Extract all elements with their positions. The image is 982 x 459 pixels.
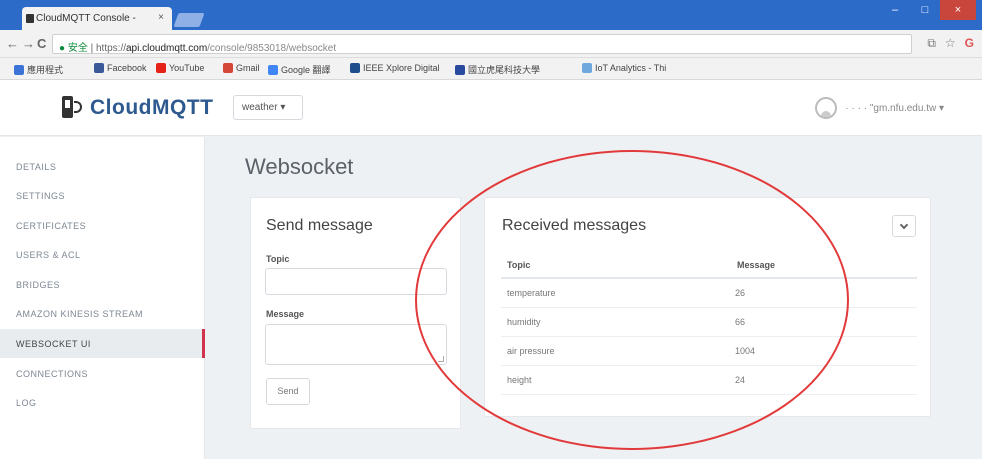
- page-title: Websocket: [245, 154, 354, 179]
- send-message-card: Send message Topic Message Send: [250, 197, 461, 429]
- bookmark-favicon-icon: [582, 63, 592, 73]
- bookmark-label: IoT Analytics - Thi: [595, 63, 667, 73]
- extension-icon[interactable]: G: [965, 36, 974, 51]
- send-message-title: Send message: [266, 217, 373, 234]
- row-topic: temperature: [501, 278, 731, 308]
- instance-select[interactable]: weather ▾: [233, 95, 303, 120]
- sidebar-item-users-acl[interactable]: USERS & ACL: [0, 240, 205, 269]
- address-actions: ⧉ ☆ G: [927, 36, 974, 51]
- sidebar-item-websocket-ui[interactable]: WEBSOCKET UI: [0, 329, 205, 358]
- user-menu[interactable]: · · · · "gm.nfu.edu.tw ▾: [815, 97, 944, 119]
- bookmark-favicon-icon: [14, 64, 24, 75]
- table-row: humidity 66: [501, 307, 917, 337]
- received-messages-table: Topic Message temperature 26 humidity 66 air…: [501, 252, 917, 395]
- row-topic: humidity: [501, 307, 731, 337]
- minimize-button[interactable]: –: [880, 0, 910, 20]
- topic-input[interactable]: [265, 268, 447, 295]
- cloudmqtt-favicon-icon: [26, 14, 34, 23]
- row-message: 1004: [731, 336, 917, 366]
- bookmark-item[interactable]: IoT Analytics - Thi: [582, 63, 666, 73]
- close-window-button[interactable]: ×: [940, 0, 976, 20]
- row-message: 66: [731, 307, 917, 337]
- cloudmqtt-logo[interactable]: CloudMQTT: [62, 96, 213, 120]
- app-header: CloudMQTT weather ▾ · · · · "gm.nfu.edu.…: [0, 80, 982, 136]
- app-name: CloudMQTT: [90, 96, 214, 119]
- sidebar-item-connections[interactable]: CONNECTIONS: [0, 359, 205, 388]
- url-host: api.cloudmqtt.com: [126, 43, 208, 54]
- topic-label: Topic: [266, 254, 290, 264]
- bookmark-favicon-icon: [94, 63, 104, 73]
- bookmark-item[interactable]: 國立虎尾科技大學: [455, 63, 540, 76]
- column-header-topic: Topic: [501, 252, 731, 279]
- secure-indicator: ● 安全: [59, 43, 88, 54]
- bookmark-favicon-icon: [350, 63, 360, 73]
- collapse-button[interactable]: [892, 215, 916, 237]
- bookmark-star-icon[interactable]: ☆: [945, 36, 956, 51]
- row-message: 26: [731, 278, 917, 308]
- bookmark-item[interactable]: YouTube: [156, 63, 204, 73]
- bookmark-item[interactable]: 應用程式: [14, 63, 63, 76]
- sidebar-item-settings[interactable]: SETTINGS: [0, 181, 205, 210]
- chevron-down-icon: [899, 220, 909, 230]
- bookmark-label: Gmail: [236, 63, 260, 73]
- sidebar-item-certificates[interactable]: CERTIFICATES: [0, 211, 205, 240]
- bookmark-label: YouTube: [169, 63, 205, 73]
- bookmark-item[interactable]: IEEE Xplore Digital: [350, 63, 440, 73]
- bookmark-favicon-icon: [455, 64, 465, 75]
- maximize-button[interactable]: □: [910, 0, 940, 20]
- cloudmqtt-logo-icon: [62, 96, 84, 120]
- bookmark-favicon-icon: [156, 63, 166, 73]
- user-email: · · · · "gm.nfu.edu.tw ▾: [845, 102, 944, 114]
- bookmark-item[interactable]: Google 翻譯: [268, 63, 331, 76]
- table-row: height 24: [501, 365, 917, 395]
- new-tab-button[interactable]: [173, 13, 205, 27]
- url-separator: |: [87, 43, 96, 54]
- send-button[interactable]: Send: [266, 378, 310, 405]
- sidebar-item-details[interactable]: DETAILS: [0, 152, 205, 181]
- bookmark-favicon-icon: [223, 63, 233, 73]
- bookmark-label: Facebook: [107, 63, 147, 73]
- forward-icon[interactable]: →: [22, 36, 35, 51]
- sidebar-item-log[interactable]: LOG: [0, 388, 205, 417]
- browser-titlebar: CloudMQTT Console - × – □ ×: [0, 0, 982, 30]
- bookmark-label: IEEE Xplore Digital: [363, 63, 440, 73]
- message-label: Message: [266, 309, 305, 319]
- url-scheme: https://: [95, 43, 126, 54]
- window-controls: – □ ×: [880, 0, 976, 22]
- bookmark-label: 應用程式: [27, 65, 64, 75]
- column-header-message: Message: [731, 252, 917, 279]
- reload-icon[interactable]: C: [37, 36, 46, 51]
- bookmark-favicon-icon: [268, 64, 278, 75]
- received-messages-title: Received messages: [502, 217, 647, 234]
- address-bar-row: ← → C ● 安全 | https://api.cloudmqtt.com/c…: [0, 30, 982, 58]
- bookmark-item[interactable]: Gmail: [223, 63, 260, 73]
- sidebar: DETAILS SETTINGS CERTIFICATES USERS & ACL BR…: [0, 137, 205, 459]
- browser-tab[interactable]: CloudMQTT Console - ×: [22, 7, 172, 30]
- url-field[interactable]: ● 安全 | https://api.cloudmqtt.com/console…: [52, 34, 912, 54]
- bookmark-item[interactable]: Facebook: [94, 63, 147, 73]
- table-header-row: Topic Message: [501, 252, 917, 279]
- table-row: temperature 26: [501, 278, 917, 308]
- avatar: [815, 97, 838, 119]
- translate-icon[interactable]: ⧉: [927, 36, 936, 51]
- message-textarea[interactable]: [265, 324, 447, 365]
- url-path: /console/9853018/websocket: [207, 43, 337, 54]
- row-message: 24: [731, 365, 917, 395]
- bookmarks-bar: 應用程式 Facebook YouTube Gmail Google 翻譯 IEEE Xp…: [0, 58, 982, 80]
- back-icon[interactable]: ←: [6, 36, 19, 51]
- bookmark-label: Google 翻譯: [281, 65, 331, 75]
- tab-title: CloudMQTT Console -: [36, 13, 136, 24]
- row-topic: height: [501, 365, 731, 395]
- sidebar-item-amazon-kinesis-stream[interactable]: AMAZON KINESIS STREAM: [0, 299, 205, 328]
- tab-close-icon[interactable]: ×: [158, 12, 164, 23]
- sidebar-item-bridges[interactable]: BRIDGES: [0, 270, 205, 299]
- bookmark-label: 國立虎尾科技大學: [468, 65, 541, 75]
- received-messages-card: Received messages Topic Message temperat…: [484, 197, 931, 417]
- table-row: air pressure 1004: [501, 336, 917, 366]
- row-topic: air pressure: [501, 336, 731, 366]
